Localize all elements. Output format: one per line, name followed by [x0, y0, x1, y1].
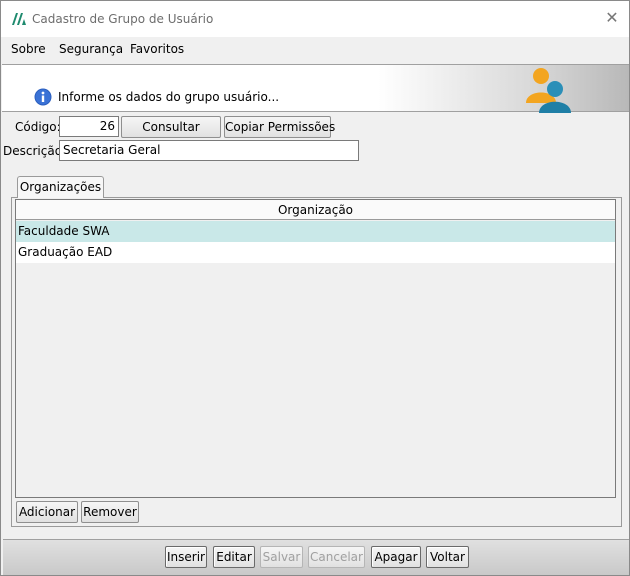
tab-organizacoes[interactable]: Organizações: [17, 176, 104, 198]
users-icon: [526, 68, 571, 113]
menu-sobre[interactable]: Sobre: [11, 42, 46, 56]
inserir-button[interactable]: Inserir: [165, 546, 207, 568]
codigo-label: Código:: [15, 120, 61, 134]
voltar-button[interactable]: Voltar: [426, 546, 469, 568]
app-logo-icon: [12, 13, 26, 25]
title-bar: Cadastro de Grupo de Usuário ✕: [1, 1, 629, 37]
info-banner: Informe os dados do grupo usuário...: [2, 64, 629, 113]
column-header-organizacao[interactable]: Organização: [16, 200, 615, 220]
menu-seguranca[interactable]: Segurança: [59, 42, 123, 56]
table-row[interactable]: Graduação EAD: [16, 242, 615, 263]
adicionar-button[interactable]: Adicionar: [16, 501, 78, 523]
codigo-field[interactable]: 26: [59, 116, 119, 137]
descricao-field[interactable]: Secretaria Geral: [59, 140, 359, 161]
window: Cadastro de Grupo de Usuário ✕ Sobre Seg…: [0, 0, 630, 576]
banner-text: Informe os dados do grupo usuário...: [58, 90, 280, 104]
cancelar-button[interactable]: Cancelar: [308, 546, 365, 568]
info-icon: [34, 88, 52, 106]
remover-button[interactable]: Remover: [81, 501, 139, 523]
salvar-button[interactable]: Salvar: [260, 546, 303, 568]
consultar-button[interactable]: Consultar: [121, 116, 221, 138]
editar-button[interactable]: Editar: [213, 546, 255, 568]
copiar-permissoes-button[interactable]: Copiar Permissões: [224, 116, 335, 138]
table-row[interactable]: Faculdade SWA: [16, 221, 615, 242]
organizations-grid[interactable]: Organização Faculdade SWA Graduação EAD: [15, 199, 616, 498]
close-icon[interactable]: ✕: [603, 9, 621, 27]
menu-favoritos[interactable]: Favoritos: [130, 42, 184, 56]
apagar-button[interactable]: Apagar: [371, 546, 421, 568]
window-title: Cadastro de Grupo de Usuário: [32, 12, 214, 26]
descricao-label: Descrição:: [3, 144, 67, 158]
menu-bar: Sobre Segurança Favoritos: [1, 37, 629, 63]
